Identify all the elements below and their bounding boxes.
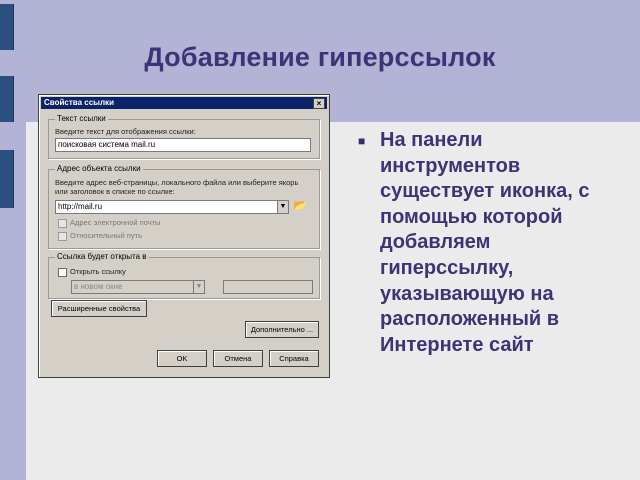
extended-properties-button[interactable]: Расширенные свойства — [51, 300, 147, 317]
close-icon: × — [316, 99, 322, 108]
link-text-group: Текст ссылки Введите текст для отображен… — [48, 114, 320, 159]
open-link-label: Открыть ссылку — [70, 267, 126, 276]
dialog-titlebar: Свойства ссылки × — [41, 97, 327, 109]
email-checkbox[interactable] — [58, 219, 67, 228]
folder-open-icon[interactable]: 📂 — [293, 200, 307, 212]
left-bar — [0, 76, 14, 122]
bullet-text: На панели инструментов существует иконка… — [380, 129, 590, 356]
help-button[interactable]: Справка — [269, 350, 319, 367]
url-value: http://mail.ru — [58, 202, 103, 211]
target-group: Ссылка будет открыта в Открыть ссылку в … — [48, 252, 320, 299]
link-text-legend: Текст ссылки — [55, 114, 108, 123]
open-link-checkbox[interactable] — [58, 268, 67, 277]
cancel-button[interactable]: Отмена — [213, 350, 263, 367]
email-checkbox-label: Адрес электронной почты — [70, 218, 161, 227]
target-select[interactable]: в новом окне ▼ — [71, 280, 205, 294]
left-bar — [0, 150, 14, 208]
address-instruction-line1: Введите адрес веб-страницы, локального ф… — [55, 178, 299, 187]
address-instruction-line2: или заголовок в списке по ссылке: — [55, 187, 175, 196]
chevron-down-icon[interactable]: ▼ — [193, 281, 204, 293]
link-properties-dialog: Свойства ссылки × Текст ссылки Введите т… — [38, 94, 330, 378]
bullet-list: ■ На панели инструментов существует икон… — [358, 128, 628, 358]
target-legend: Ссылка будет открыта в — [55, 252, 149, 261]
additional-button[interactable]: Дополнительно ... — [245, 321, 319, 338]
ok-button[interactable]: OK — [157, 350, 207, 367]
close-button[interactable]: × — [313, 98, 325, 109]
chevron-down-icon[interactable]: ▼ — [277, 201, 288, 213]
bullet-marker-icon: ■ — [358, 134, 366, 148]
address-legend: Адрес объекта ссылки — [55, 164, 143, 173]
dialog-title: Свойства ссылки — [44, 98, 114, 107]
address-group: Адрес объекта ссылки Введите адрес веб-с… — [48, 164, 320, 249]
relative-path-checkbox[interactable] — [58, 232, 67, 241]
relative-path-label: Относительный путь — [70, 231, 143, 240]
url-input[interactable]: http://mail.ru ▼ — [55, 200, 289, 214]
target-value: в новом окне — [74, 282, 123, 291]
link-text-input[interactable]: поисковая система mail.ru — [55, 138, 311, 152]
link-text-label: Введите текст для отображения ссылки: — [55, 127, 196, 136]
slide-title: Добавление гиперссылок — [144, 42, 496, 72]
target-frame-field[interactable] — [223, 280, 313, 294]
